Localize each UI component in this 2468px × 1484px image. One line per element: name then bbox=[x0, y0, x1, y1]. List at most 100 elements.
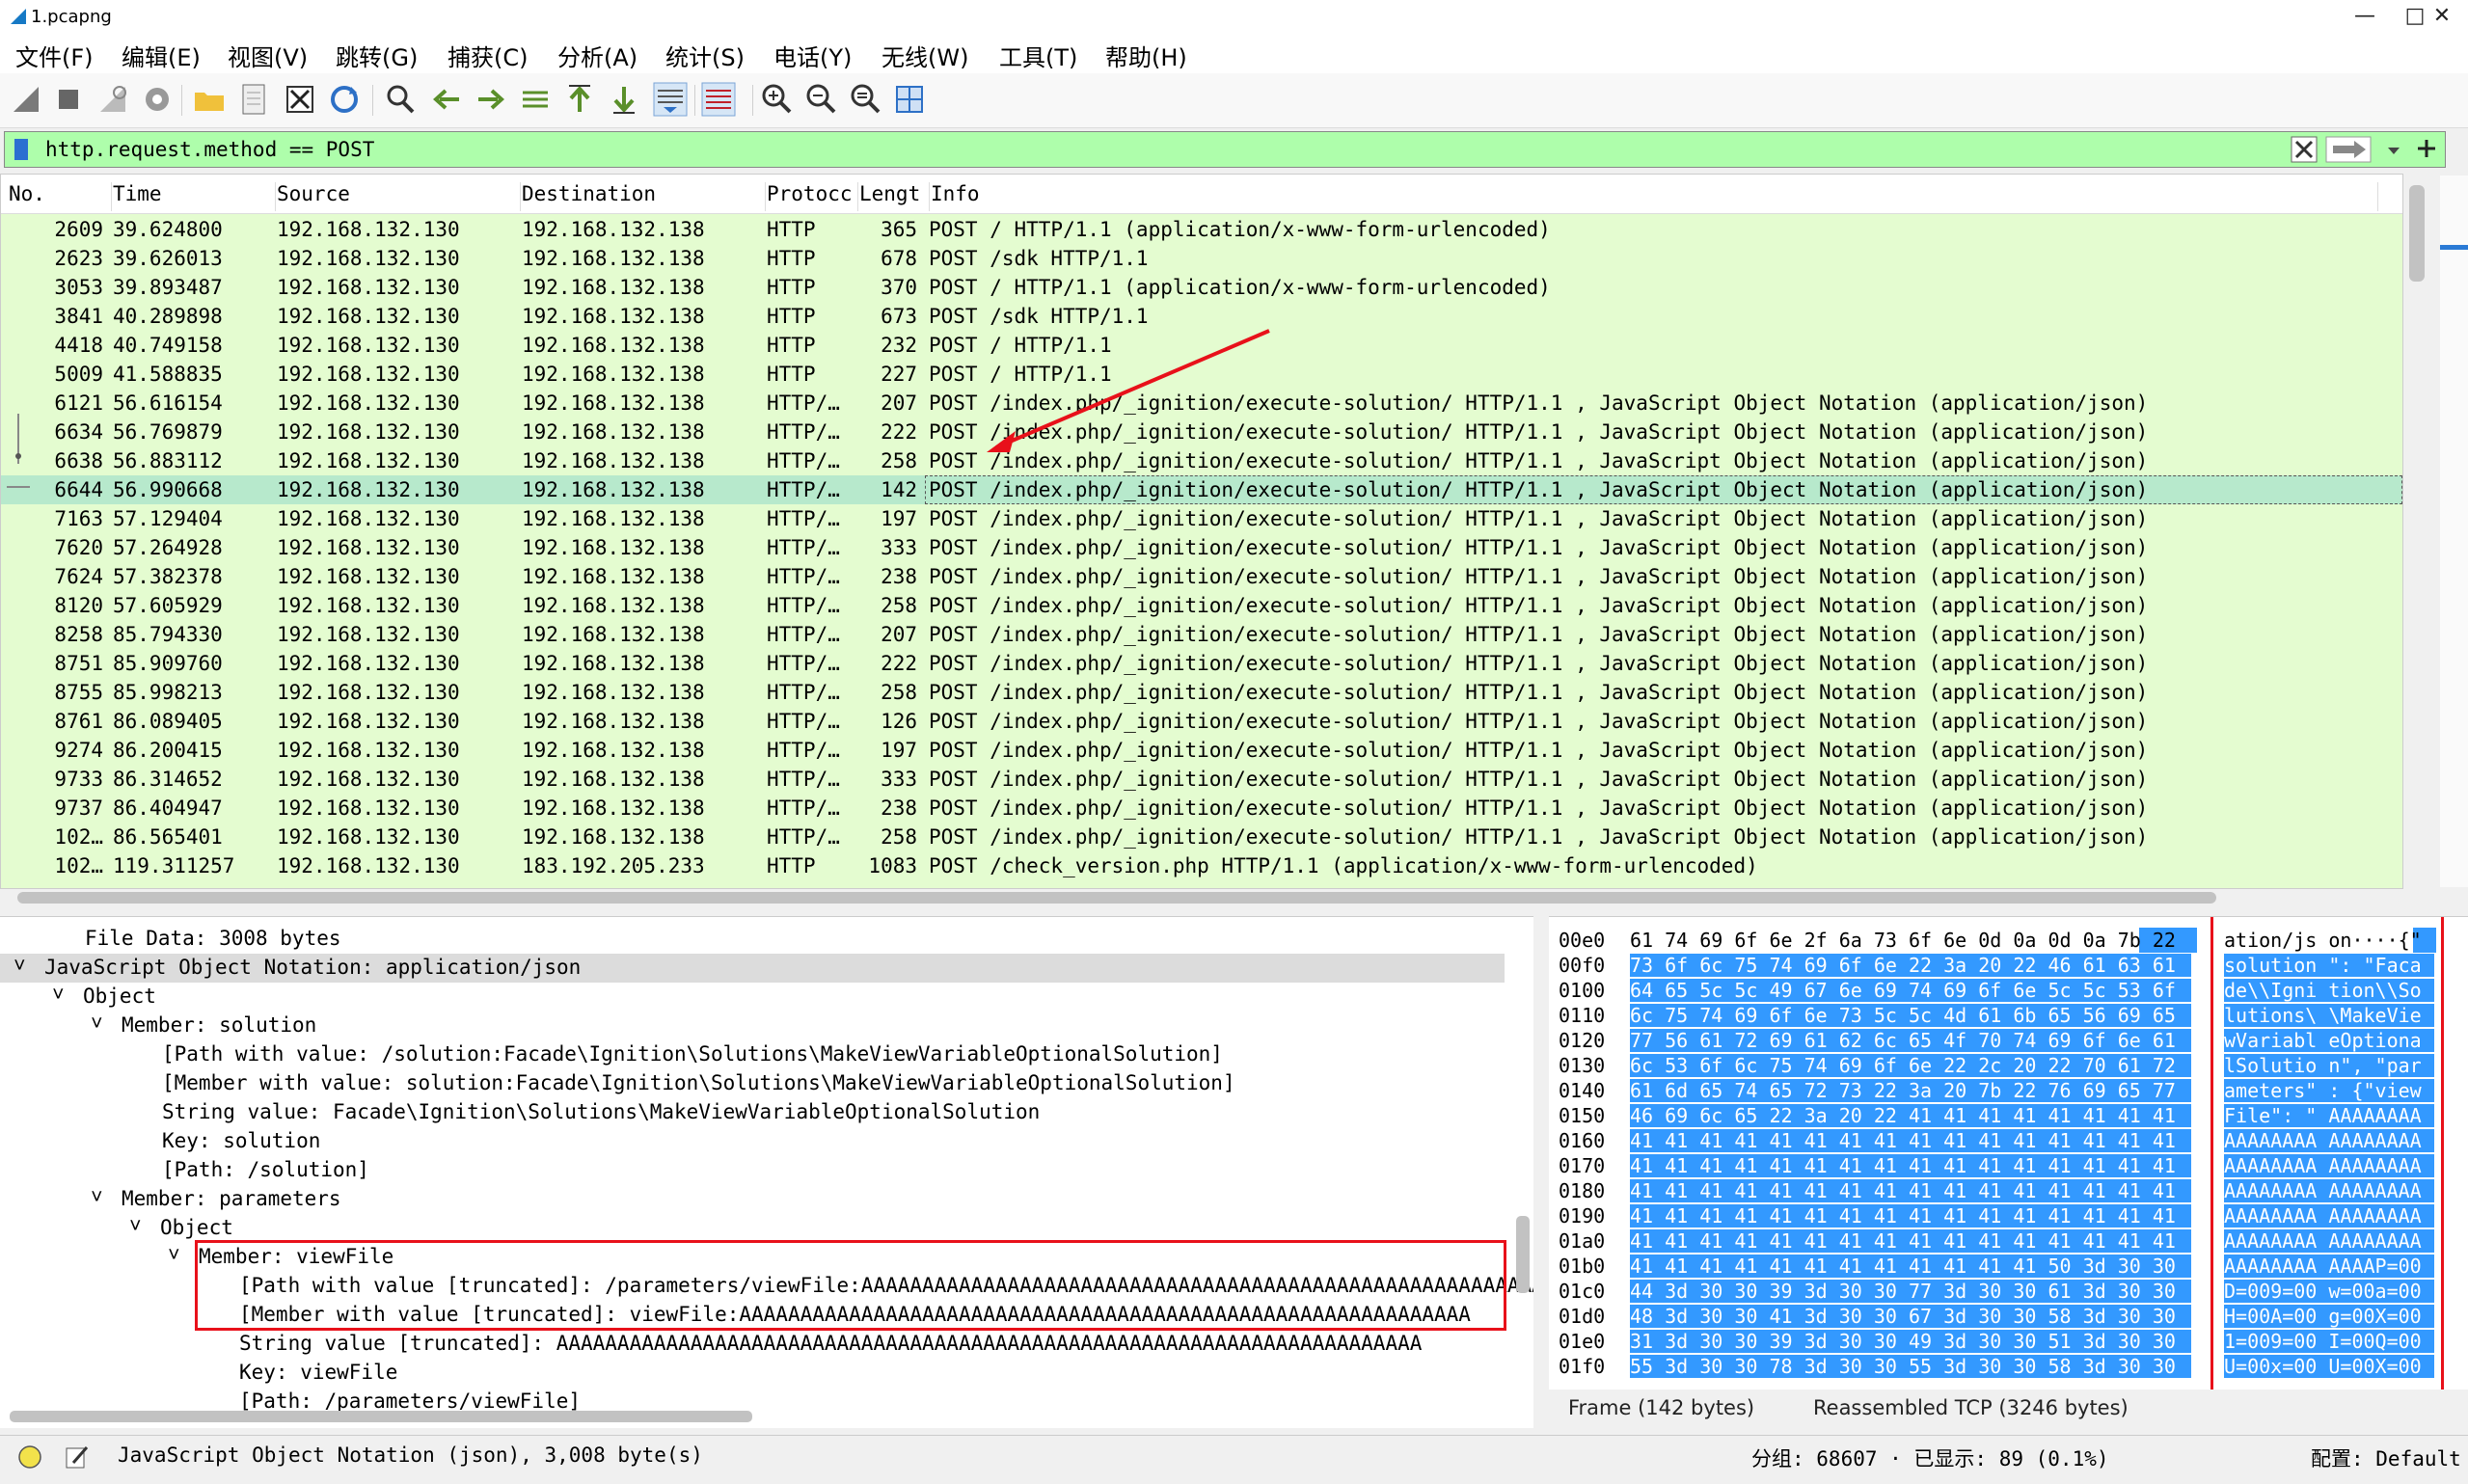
byte-offset: 01f0 bbox=[1559, 1355, 1606, 1378]
open-folder-icon[interactable] bbox=[191, 81, 228, 118]
menu-item-6[interactable]: 统计(S) bbox=[665, 39, 745, 72]
find-magnifier-icon[interactable] bbox=[382, 81, 419, 118]
details-tree-row[interactable]: [Member with value: solution:Facade\Igni… bbox=[0, 1069, 1505, 1098]
close-file-icon[interactable] bbox=[282, 81, 318, 118]
packet-list-horizontal-scrollbar[interactable] bbox=[0, 889, 2401, 906]
reload-icon[interactable] bbox=[326, 81, 363, 118]
tree-row-text: [Member with value: solution:Facade\Igni… bbox=[162, 1071, 1235, 1094]
zoom-normal-icon[interactable] bbox=[847, 81, 883, 118]
annotation-red-box-details bbox=[195, 1240, 1506, 1331]
byte-offset: 0120 bbox=[1559, 1029, 1606, 1052]
tree-expand-chevron-icon[interactable]: ˅ bbox=[168, 1243, 180, 1268]
menu-item-4[interactable]: 捕获(C) bbox=[447, 39, 528, 72]
tree-row-text: [Path with value: /solution:Facade\Ignit… bbox=[162, 1042, 1223, 1066]
zoom-in-icon[interactable] bbox=[758, 81, 795, 118]
details-tree-row[interactable]: Key: viewFile bbox=[0, 1359, 1505, 1388]
restart-capture-icon[interactable] bbox=[95, 81, 131, 118]
menu-item-5[interactable]: 分析(A) bbox=[557, 39, 637, 72]
byte-hex: 48 3d 30 30 41 3d 30 30 67 3d 30 30 58 3… bbox=[1630, 1305, 2191, 1328]
byte-offset: 01d0 bbox=[1559, 1305, 1606, 1328]
byte-hex: 41 41 41 41 41 41 41 41 41 41 41 41 41 4… bbox=[1630, 1229, 2191, 1253]
details-tree-row[interactable]: ˅ Member: parameters bbox=[0, 1185, 1505, 1214]
details-tree-row[interactable]: ˅ Object bbox=[0, 1214, 1505, 1243]
tab-reassembled-tcp[interactable]: Reassembled TCP (3246 bytes) bbox=[1813, 1396, 2129, 1419]
byte-hex: 46 69 6c 65 22 3a 20 22 41 41 41 41 41 4… bbox=[1630, 1104, 2191, 1127]
tree-expand-chevron-icon[interactable]: ˅ bbox=[91, 1185, 103, 1210]
minimap-current-marker bbox=[2440, 245, 2468, 250]
byte-hex: 61 6d 65 74 65 72 73 22 3a 20 7b 22 76 6… bbox=[1630, 1079, 2191, 1102]
filter-history-dropdown-icon[interactable] bbox=[2383, 140, 2404, 161]
details-tree-row[interactable]: ˅ Member: solution bbox=[0, 1012, 1505, 1040]
window-title: 1.pcapng bbox=[31, 7, 112, 27]
save-file-icon[interactable] bbox=[235, 81, 272, 118]
tree-expand-chevron-icon[interactable]: ˅ bbox=[129, 1214, 142, 1239]
first-packet-icon[interactable] bbox=[561, 81, 598, 118]
details-tree-row[interactable]: ˅ JavaScript Object Notation: application… bbox=[0, 954, 1505, 983]
clear-filter-icon[interactable] bbox=[2291, 136, 2318, 163]
byte-offset: 0180 bbox=[1559, 1179, 1606, 1202]
details-tree-row[interactable]: String value: Facade\Ignition\Solutions\… bbox=[0, 1098, 1505, 1127]
status-profile[interactable]: 配置: Default bbox=[2311, 1444, 2461, 1472]
packet-list-scroll-thumb[interactable] bbox=[2409, 185, 2425, 282]
close-button[interactable]: ✕ bbox=[2411, 0, 2468, 35]
capture-options-gear-icon[interactable] bbox=[139, 81, 176, 118]
packet-list-vertical-scrollbar[interactable] bbox=[2403, 175, 2434, 887]
resize-columns-icon[interactable] bbox=[891, 81, 928, 118]
details-tree-row[interactable]: [Path: /solution] bbox=[0, 1156, 1505, 1185]
horizontal-scroll-thumb[interactable] bbox=[17, 892, 2216, 904]
tree-row-text: [Path: /parameters/viewFile] bbox=[239, 1390, 582, 1413]
byte-hex: 77 56 61 72 69 61 62 6c 65 4f 70 74 69 6… bbox=[1630, 1029, 2191, 1052]
go-to-packet-icon[interactable] bbox=[517, 81, 554, 118]
expert-info-yellow-circle-icon[interactable] bbox=[17, 1444, 42, 1470]
byte-hex: 41 41 41 41 41 41 41 41 41 41 41 41 41 4… bbox=[1630, 1154, 2191, 1177]
stop-square-icon[interactable] bbox=[50, 81, 87, 118]
toolbar-separator bbox=[181, 85, 182, 116]
details-scroll-thumb[interactable] bbox=[1516, 1216, 1530, 1293]
menu-item-0[interactable]: 文件(F) bbox=[15, 39, 94, 72]
details-horizontal-scroll-thumb[interactable] bbox=[10, 1411, 752, 1422]
toolbar-separator bbox=[372, 85, 373, 116]
byte-hex: 31 3d 30 30 39 3d 30 30 49 3d 30 30 51 3… bbox=[1630, 1330, 2191, 1353]
menu-item-3[interactable]: 跳转(G) bbox=[336, 39, 418, 72]
add-filter-button-icon[interactable] bbox=[2413, 135, 2440, 162]
forward-arrow-icon[interactable] bbox=[473, 81, 509, 118]
tree-expand-chevron-icon[interactable]: ˅ bbox=[52, 983, 65, 1008]
zoom-out-icon[interactable] bbox=[802, 81, 839, 118]
details-tree-row[interactable]: ˅ Object bbox=[0, 983, 1505, 1012]
menu-item-10[interactable]: 帮助(H) bbox=[1105, 39, 1187, 72]
byte-offset: 01a0 bbox=[1559, 1229, 1606, 1253]
byte-offset: 0150 bbox=[1559, 1104, 1606, 1127]
tree-expand-chevron-icon[interactable]: ˅ bbox=[91, 1012, 103, 1037]
edit-comment-icon[interactable] bbox=[64, 1444, 91, 1471]
menu-item-7[interactable]: 电话(Y) bbox=[773, 39, 852, 72]
tree-row-text: JavaScript Object Notation: application/… bbox=[44, 956, 582, 979]
bookmark-icon[interactable] bbox=[13, 137, 34, 162]
filter-input[interactable] bbox=[45, 132, 2264, 167]
apply-filter-arrow-icon[interactable] bbox=[2325, 136, 2372, 163]
tree-expand-chevron-icon[interactable]: ˅ bbox=[14, 954, 26, 979]
shark-fin-start-icon[interactable] bbox=[8, 81, 44, 118]
back-arrow-icon[interactable] bbox=[428, 81, 465, 118]
menu-item-9[interactable]: 工具(T) bbox=[999, 39, 1077, 72]
packet-list-minimap[interactable] bbox=[2440, 175, 2468, 887]
byte-offset: 00f0 bbox=[1559, 954, 1606, 977]
tab-frame-bytes[interactable]: Frame (142 bytes) bbox=[1568, 1396, 1754, 1419]
details-tree-row[interactable]: [Path with value: /solution:Facade\Ignit… bbox=[0, 1040, 1505, 1069]
menu-item-1[interactable]: 编辑(E) bbox=[122, 39, 201, 72]
byte-hex: 6c 75 74 69 6f 6e 73 5c 5c 4d 61 6b 65 5… bbox=[1630, 1004, 2191, 1027]
byte-hex: 41 41 41 41 41 41 41 41 41 41 41 41 50 3… bbox=[1630, 1255, 2191, 1278]
details-tree-row[interactable]: File Data: 3008 bytes bbox=[0, 925, 1505, 954]
last-packet-icon[interactable] bbox=[606, 81, 642, 118]
byte-hex: 55 3d 30 30 78 3d 30 30 55 3d 30 30 58 3… bbox=[1630, 1355, 2191, 1378]
autoscroll-icon[interactable] bbox=[652, 81, 689, 118]
main-toolbar bbox=[0, 73, 2468, 128]
colorize-icon[interactable] bbox=[700, 81, 737, 118]
menu-item-2[interactable]: 视图(V) bbox=[228, 39, 308, 72]
tree-row-text: Member: parameters bbox=[122, 1187, 341, 1210]
details-tree-row[interactable]: Key: solution bbox=[0, 1127, 1505, 1156]
byte-offset: 0190 bbox=[1559, 1204, 1606, 1228]
byte-offset: 0130 bbox=[1559, 1054, 1606, 1077]
byte-hex: 64 65 5c 5c 49 67 6e 69 74 69 6f 6e 5c 5… bbox=[1630, 979, 2191, 1002]
menu-item-8[interactable]: 无线(W) bbox=[881, 39, 968, 72]
details-tree-row[interactable]: String value [truncated]: AAAAAAAAAAAAAA… bbox=[0, 1330, 1505, 1359]
